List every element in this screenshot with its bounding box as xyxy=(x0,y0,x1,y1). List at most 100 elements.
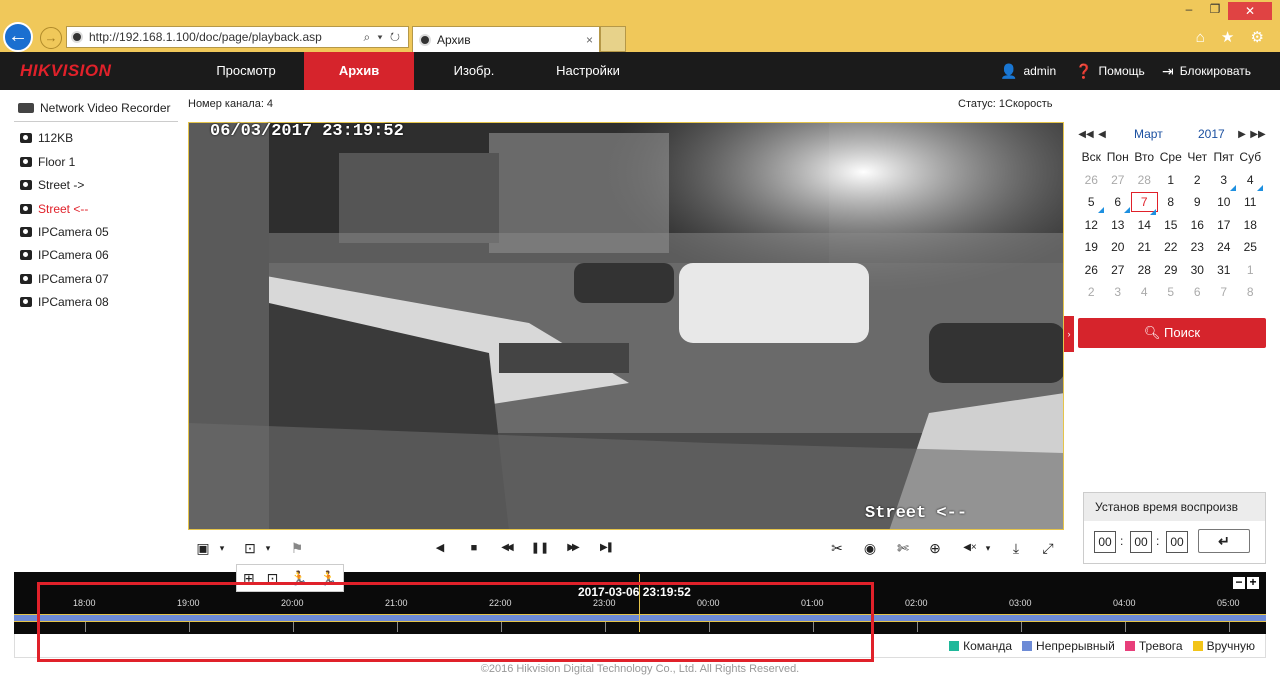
calendar-day[interactable]: 26 xyxy=(1078,173,1105,187)
address-controls[interactable]: ⌕ ▾ ↻ xyxy=(363,30,408,45)
calendar-month[interactable]: Март xyxy=(1134,127,1184,141)
minimize-icon[interactable]: – xyxy=(1176,2,1202,20)
zoom-out-icon[interactable]: − xyxy=(1233,576,1245,589)
calendar-day[interactable]: 8 xyxy=(1158,195,1185,209)
zoom-in-icon[interactable]: + xyxy=(1247,576,1259,589)
calendar-day[interactable]: 23 xyxy=(1184,240,1211,254)
calendar-day[interactable]: 3 xyxy=(1211,173,1238,191)
stop-icon[interactable]: ■ xyxy=(464,539,484,557)
user-menu[interactable]: 👤 admin xyxy=(1000,52,1056,90)
calendar-day[interactable]: 19 xyxy=(1078,240,1105,254)
browser-tab[interactable]: Архив × xyxy=(412,26,600,52)
camera-item[interactable]: IPCamera 05 xyxy=(20,225,109,239)
camera-item[interactable]: Floor 1 xyxy=(20,155,75,169)
calendar-day[interactable]: 16 xyxy=(1184,218,1211,232)
calendar-day[interactable]: 4 xyxy=(1237,173,1264,191)
new-tab-button[interactable] xyxy=(600,26,626,52)
go-to-time-button[interactable]: ↵ xyxy=(1198,529,1250,553)
stop-all-icon[interactable]: ✂ xyxy=(827,539,847,557)
calendar-day[interactable]: 17 xyxy=(1211,218,1238,232)
help-link[interactable]: ❓ Помощь xyxy=(1075,52,1145,90)
calendar-day[interactable]: 8 xyxy=(1237,285,1264,299)
calendar-day[interactable]: 22 xyxy=(1158,240,1185,254)
calendar-day[interactable]: 30 xyxy=(1184,263,1211,277)
fast-forward-icon[interactable]: ▶▶ xyxy=(562,539,582,557)
camera-item[interactable]: IPCamera 08 xyxy=(20,295,109,309)
calendar-day[interactable]: 11 xyxy=(1237,195,1264,209)
window-split-icon[interactable]: ▣ xyxy=(193,539,213,557)
restore-icon[interactable]: ❐ xyxy=(1202,2,1228,20)
calendar-day[interactable]: 2 xyxy=(1184,173,1211,187)
calendar-day[interactable]: 27 xyxy=(1105,263,1132,277)
capture-icon[interactable]: ◉ xyxy=(860,539,880,557)
chevron-down-icon[interactable]: ▾ xyxy=(258,539,278,557)
camera-item[interactable]: IPCamera 07 xyxy=(20,272,109,286)
calendar-day[interactable]: 29 xyxy=(1158,263,1185,277)
address-url[interactable]: http://192.168.1.100/doc/page/playback.a… xyxy=(89,30,322,44)
tab-playback[interactable]: Архив xyxy=(304,52,414,90)
fullscreen-icon[interactable]: ⤢ xyxy=(1038,539,1058,557)
browser-toolbar-icons[interactable]: ⌂ ★ ⚙ xyxy=(1196,28,1270,46)
smart-search-icon[interactable]: ⊡ xyxy=(240,539,260,557)
address-bar[interactable]: http://192.168.1.100/doc/page/playback.a… xyxy=(66,26,409,48)
single-frame-icon[interactable]: ▶❚ xyxy=(596,539,616,557)
download-icon[interactable]: ⤓ xyxy=(1006,539,1026,557)
camera-item[interactable]: Street -> xyxy=(20,178,84,192)
calendar-year[interactable]: 2017 xyxy=(1198,127,1225,141)
calendar-day[interactable]: 5 xyxy=(1078,195,1105,214)
video-player[interactable] xyxy=(188,122,1064,530)
calendar-day[interactable]: 27 xyxy=(1105,173,1132,187)
tab-picture[interactable]: Изобр. xyxy=(430,52,518,90)
calendar-day[interactable]: 25 xyxy=(1237,240,1264,254)
calendar-day-selected[interactable]: 7 xyxy=(1131,192,1158,216)
calendar-day[interactable]: 28 xyxy=(1131,263,1158,277)
calendar-day[interactable]: 18 xyxy=(1237,218,1264,232)
calendar-day[interactable]: 24 xyxy=(1211,240,1238,254)
calendar-day[interactable]: 15 xyxy=(1158,218,1185,232)
lock-link[interactable]: ⇥ Блокировать xyxy=(1162,52,1251,90)
calendar-day[interactable]: 5 xyxy=(1158,285,1185,299)
prev-year-icon[interactable]: ◀◀ xyxy=(1078,129,1094,140)
camera-item[interactable]: IPCamera 06 xyxy=(20,248,109,262)
calendar-day[interactable]: 6 xyxy=(1105,195,1132,214)
calendar-day[interactable]: 1 xyxy=(1237,263,1264,277)
back-arrow-icon[interactable]: ← xyxy=(3,22,33,52)
chevron-down-icon[interactable]: ▾ xyxy=(212,539,232,557)
forward-arrow-icon[interactable]: → xyxy=(40,27,62,49)
hour-input[interactable]: 00 xyxy=(1094,531,1116,553)
collapse-panel-button[interactable]: › xyxy=(1064,316,1074,352)
calendar-day[interactable]: 9 xyxy=(1184,195,1211,209)
tab-close-icon[interactable]: × xyxy=(586,33,599,47)
reverse-play-icon[interactable]: ◀ xyxy=(430,539,450,557)
calendar-day[interactable]: 20 xyxy=(1105,240,1132,254)
calendar-day[interactable]: 31 xyxy=(1211,263,1238,277)
calendar-day[interactable]: 10 xyxy=(1211,195,1238,209)
close-window-icon[interactable]: ✕ xyxy=(1228,2,1272,20)
pause-icon[interactable]: ❚❚ xyxy=(530,539,550,557)
calendar-day[interactable]: 26 xyxy=(1078,263,1105,277)
device-root[interactable]: Network Video Recorder xyxy=(18,101,171,115)
clip-icon[interactable]: ✄ xyxy=(893,539,913,557)
slow-forward-icon[interactable]: ◀◀ xyxy=(496,539,516,557)
next-month-icon[interactable]: ▶ xyxy=(1234,129,1250,140)
calendar-day[interactable]: 28 xyxy=(1131,173,1158,187)
camera-item[interactable]: 112KB xyxy=(20,131,73,145)
next-year-icon[interactable]: ▶▶ xyxy=(1250,129,1266,140)
calendar-day[interactable]: 1 xyxy=(1158,173,1185,187)
vca-icon[interactable]: ⚑ xyxy=(287,539,307,557)
tab-configuration[interactable]: Настройки xyxy=(540,52,636,90)
calendar-day[interactable]: 2 xyxy=(1078,285,1105,299)
calendar-day[interactable]: 6 xyxy=(1184,285,1211,299)
calendar-day[interactable]: 3 xyxy=(1105,285,1132,299)
prev-month-icon[interactable]: ◀ xyxy=(1094,129,1110,140)
digital-zoom-icon[interactable]: ⊕ xyxy=(925,539,945,557)
second-input[interactable]: 00 xyxy=(1166,531,1188,553)
minute-input[interactable]: 00 xyxy=(1130,531,1152,553)
camera-item-selected[interactable]: Street <-- xyxy=(20,202,88,216)
calendar-day[interactable]: 14 xyxy=(1131,218,1158,232)
calendar-day[interactable]: 21 xyxy=(1131,240,1158,254)
calendar-day[interactable]: 7 xyxy=(1211,285,1238,299)
search-button[interactable]: 🔍︎ Поиск xyxy=(1078,318,1266,348)
chevron-down-icon[interactable]: ▾ xyxy=(978,539,998,557)
tab-live-view[interactable]: Просмотр xyxy=(196,52,296,90)
